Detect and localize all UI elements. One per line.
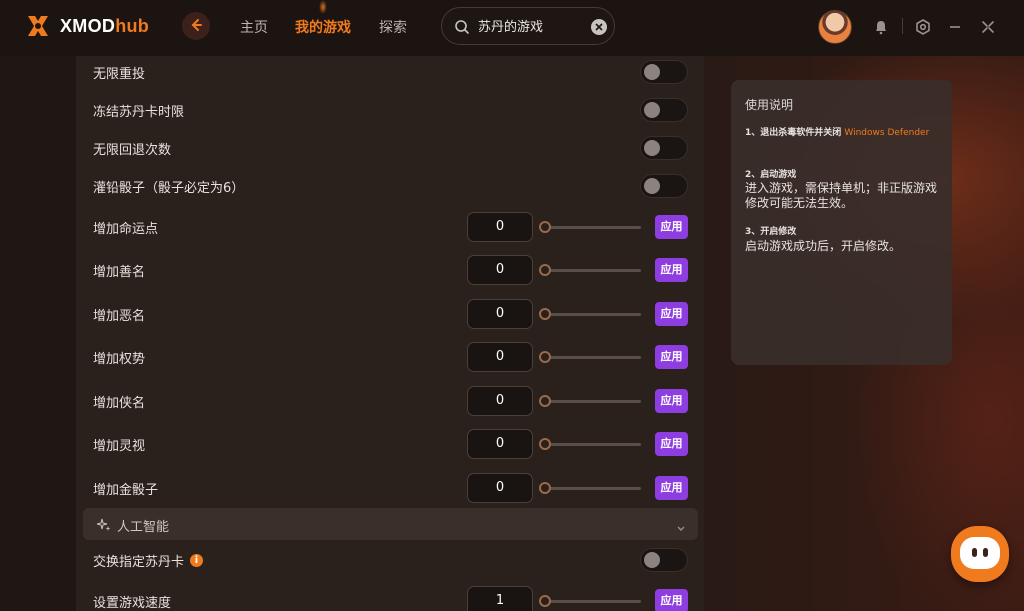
windows-defender-link: Windows Defender [844, 128, 930, 138]
option-label: 无限回退次数 [93, 142, 172, 158]
value-slider[interactable] [539, 264, 641, 276]
nav-my-games[interactable]: 我的游戏 [295, 17, 351, 37]
value-slider[interactable] [539, 221, 641, 233]
option-label: 增加侠名 [93, 395, 146, 411]
instructions-title: 使用说明 [745, 98, 794, 112]
apply-button[interactable]: 应用 [655, 258, 688, 282]
nav-active-indicator [319, 0, 327, 14]
apply-button[interactable]: 应用 [655, 476, 688, 500]
section-title: 人工智能 [117, 520, 170, 535]
ai-sparkle-icon [96, 517, 111, 531]
clear-icon[interactable] [591, 19, 607, 35]
value-input[interactable]: 0 [467, 386, 533, 416]
minimize-icon[interactable] [946, 18, 964, 36]
apply-button[interactable]: 应用 [655, 432, 688, 456]
apply-button[interactable]: 应用 [655, 589, 688, 611]
value-input[interactable]: 0 [467, 212, 533, 242]
toggle-row: 交换指定苏丹卡 i [93, 545, 688, 575]
header-divider [902, 18, 903, 34]
option-label: 交换指定苏丹卡 [93, 554, 185, 570]
value-input[interactable]: 0 [467, 473, 533, 503]
close-icon[interactable] [979, 18, 997, 36]
toggle-row: 冻结苏丹卡时限 [93, 95, 688, 125]
back-button[interactable] [182, 12, 210, 40]
avatar[interactable] [818, 10, 852, 44]
value-input[interactable]: 1 [467, 586, 533, 611]
value-input[interactable]: 0 [467, 429, 533, 459]
value-slider[interactable] [539, 395, 641, 407]
slider-row: 增加侠名 0 应用 [93, 386, 688, 416]
slider-row: 设置游戏速度 1 应用 [93, 586, 688, 611]
search-box[interactable] [441, 7, 615, 45]
option-label: 设置游戏速度 [93, 595, 172, 611]
value-slider[interactable] [539, 595, 641, 607]
option-label: 增加金骰子 [93, 482, 159, 498]
value-slider[interactable] [539, 351, 641, 363]
slider-row: 增加灵视 0 应用 [93, 429, 688, 459]
toggle-switch[interactable] [640, 136, 688, 160]
apply-button[interactable]: 应用 [655, 389, 688, 413]
chat-assistant-button[interactable] [951, 526, 1009, 582]
value-slider[interactable] [539, 438, 641, 450]
toggle-switch[interactable] [640, 548, 688, 572]
toggle-switch[interactable] [640, 174, 688, 198]
chat-assistant-icon [960, 537, 1000, 569]
value-input[interactable]: 0 [467, 255, 533, 285]
slider-row: 增加金骰子 0 应用 [93, 473, 688, 503]
search-icon [454, 19, 470, 35]
option-label: 增加善名 [93, 264, 146, 280]
step-text: 进入游戏，需保持单机；非正版游戏修改可能无法生效。 [745, 181, 938, 210]
option-label: 灌铅骰子（骰子必定为6） [93, 180, 245, 196]
toggle-row: 灌铅骰子（骰子必定为6） [93, 171, 688, 201]
value-input[interactable]: 0 [467, 342, 533, 372]
search-input[interactable] [478, 18, 588, 33]
step-text: 启动游戏成功后，开启修改。 [745, 239, 902, 253]
slider-row: 增加权势 0 应用 [93, 342, 688, 372]
toggle-switch[interactable] [640, 60, 688, 84]
apply-button[interactable]: 应用 [655, 345, 688, 369]
step-heading: 2、启动游戏 [745, 170, 797, 180]
value-slider[interactable] [539, 308, 641, 320]
toggle-row: 无限回退次数 [93, 133, 688, 163]
option-label: 增加灵视 [93, 438, 146, 454]
value-slider[interactable] [539, 482, 641, 494]
xmod-logo-icon [24, 12, 52, 40]
toggle-switch[interactable] [640, 98, 688, 122]
brand-name: XMODhub [60, 15, 150, 36]
brand-logo[interactable]: XMODhub [24, 12, 149, 40]
slider-row: 增加恶名 0 应用 [93, 299, 688, 329]
instructions-card: 使用说明 1、退出杀毒软件并关闭 Windows Defender 2、启动游戏… [731, 80, 952, 365]
nav-explore[interactable]: 探索 [379, 17, 407, 37]
notification-icon[interactable] [872, 18, 890, 36]
apply-button[interactable]: 应用 [655, 302, 688, 326]
settings-icon[interactable] [914, 18, 932, 36]
slider-row: 增加善名 0 应用 [93, 255, 688, 285]
apply-button[interactable]: 应用 [655, 215, 688, 239]
nav-home[interactable]: 主页 [240, 17, 268, 37]
option-label: 增加权势 [93, 351, 146, 367]
chevron-down-icon [676, 519, 686, 531]
toggle-row: 无限重投 [93, 57, 688, 87]
option-label: 增加恶名 [93, 308, 146, 324]
value-input[interactable]: 0 [467, 299, 533, 329]
step-heading: 1、退出杀毒软件并关闭 Windows Defender [745, 128, 930, 138]
step-heading: 3、开启修改 [745, 227, 797, 237]
option-label: 冻结苏丹卡时限 [93, 104, 185, 120]
cheat-options-panel: 无限重投 冻结苏丹卡时限 无限回退次数 灌铅骰子（骰子必定为6） 增加命运点 0… [76, 56, 704, 611]
info-icon[interactable]: i [190, 553, 204, 567]
slider-row: 增加命运点 0 应用 [93, 212, 688, 242]
option-label: 增加命运点 [93, 221, 159, 237]
top-bar: XMODhub 主页 我的游戏 探索 [0, 0, 1024, 56]
back-arrow-icon [189, 17, 203, 36]
option-label: 无限重投 [93, 66, 146, 82]
ai-section-header[interactable]: 人工智能 [83, 508, 698, 540]
